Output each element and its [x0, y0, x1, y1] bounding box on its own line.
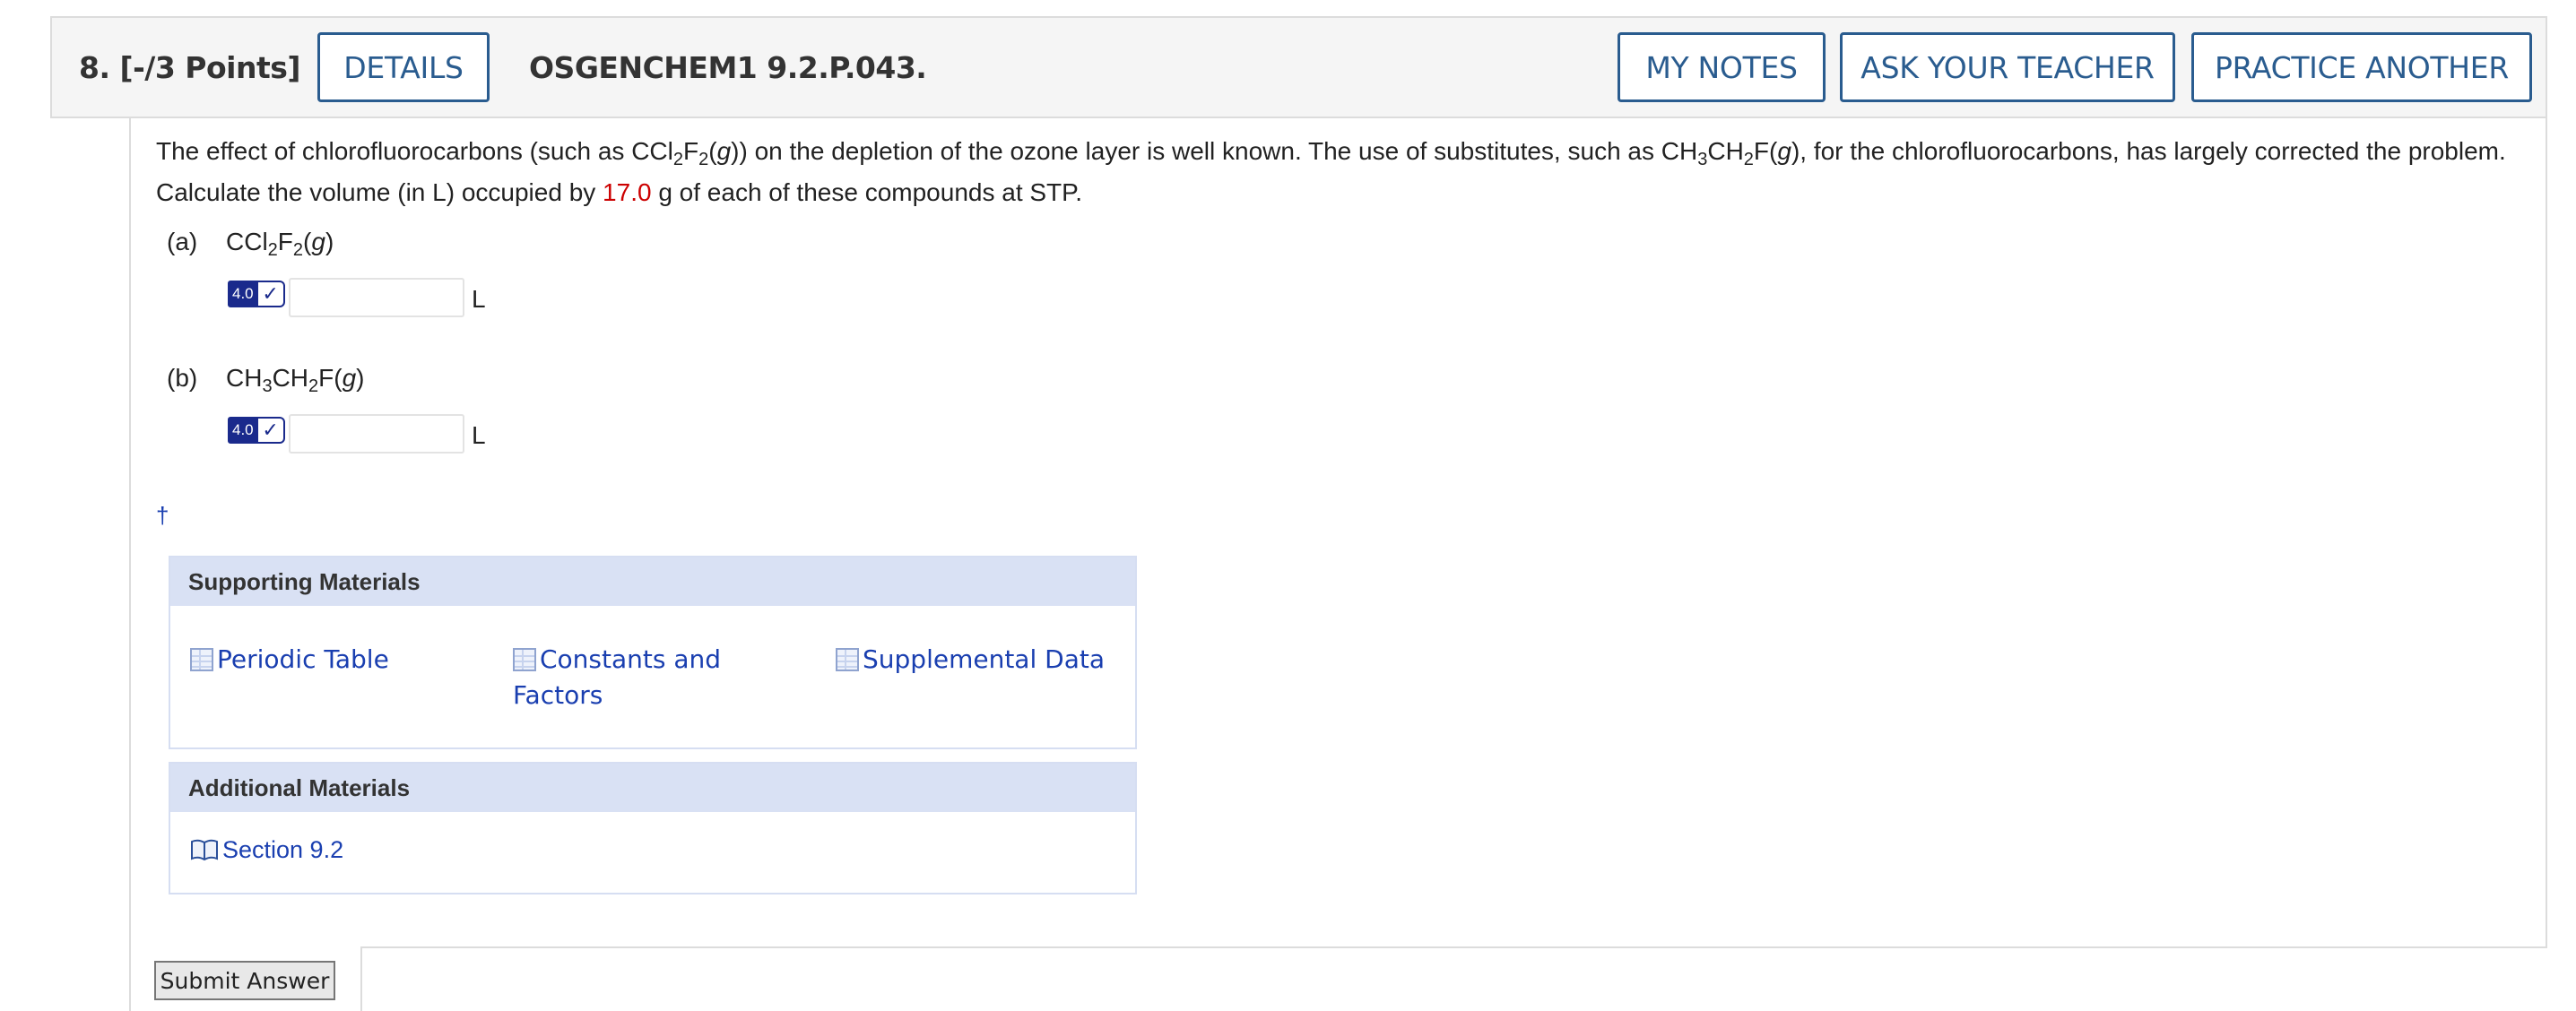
part-a-answer-input[interactable] — [289, 278, 464, 317]
part-a-unit: L — [472, 285, 486, 313]
question-points: [-/3 Points] — [119, 50, 301, 85]
part-a-badge-value: 4.0 — [228, 281, 258, 307]
part-b-answer-input[interactable] — [289, 414, 464, 454]
question-text: The effect of chlorofluorocarbons (such … — [156, 137, 2506, 206]
question-number: 8. — [79, 50, 110, 85]
supporting-materials-title: Supporting Materials — [170, 557, 1135, 606]
check-icon: ✓ — [257, 417, 285, 444]
my-notes-button[interactable]: MY NOTES — [1618, 32, 1826, 102]
frame-bottom-divider — [360, 946, 362, 1011]
section-link[interactable]: Section 9.2 — [190, 832, 343, 868]
table-icon — [190, 648, 213, 671]
submit-answer-button[interactable]: Submit Answer — [154, 961, 335, 1000]
ask-your-teacher-button[interactable]: ASK YOUR TEACHER — [1840, 32, 2175, 102]
part-a-letter: (a) — [167, 228, 198, 255]
part-b-badge-value: 4.0 — [228, 417, 258, 444]
part-a-score-badge: 4.0 ✓ — [228, 281, 285, 307]
mass-value: 17.0 — [603, 178, 652, 206]
constants-and-factors-link[interactable]: Constants and Factors — [513, 642, 782, 713]
dagger-footnote-link[interactable]: † — [156, 502, 169, 530]
check-icon: ✓ — [257, 281, 285, 307]
table-icon — [836, 648, 859, 671]
table-icon — [513, 648, 536, 671]
frame-bottom-border — [362, 946, 2547, 948]
practice-another-button[interactable]: PRACTICE ANOTHER — [2191, 32, 2532, 102]
part-a-formula: CCl2F2(g) — [226, 228, 334, 260]
part-b-formula: CH3CH2F(g) — [226, 364, 365, 396]
part-b-score-badge: 4.0 ✓ — [228, 417, 285, 444]
book-icon — [191, 839, 218, 861]
frame-right-border — [2546, 118, 2547, 948]
supporting-materials-panel: Supporting Materials Periodic Table Cons… — [169, 556, 1137, 749]
supplemental-data-link[interactable]: Supplemental Data — [836, 642, 1123, 678]
part-b-unit: L — [472, 421, 486, 449]
part-b-letter: (b) — [167, 364, 198, 392]
additional-materials-panel: Additional Materials Section 9.2 — [169, 762, 1137, 894]
details-button[interactable]: DETAILS — [317, 32, 490, 102]
additional-materials-title: Additional Materials — [170, 764, 1135, 812]
periodic-table-link[interactable]: Periodic Table — [190, 642, 477, 678]
question-code: OSGENCHEM1 9.2.P.043. — [529, 50, 927, 85]
question-number-points: 8. [-/3 Points] — [79, 50, 300, 85]
frame-left-border — [129, 118, 131, 1011]
part-b-label: (b) CH3CH2F(g) — [167, 364, 365, 396]
question-header: 8. [-/3 Points] DETAILS OSGENCHEM1 9.2.P… — [50, 16, 2547, 118]
part-a-label: (a) CCl2F2(g) — [167, 228, 334, 260]
